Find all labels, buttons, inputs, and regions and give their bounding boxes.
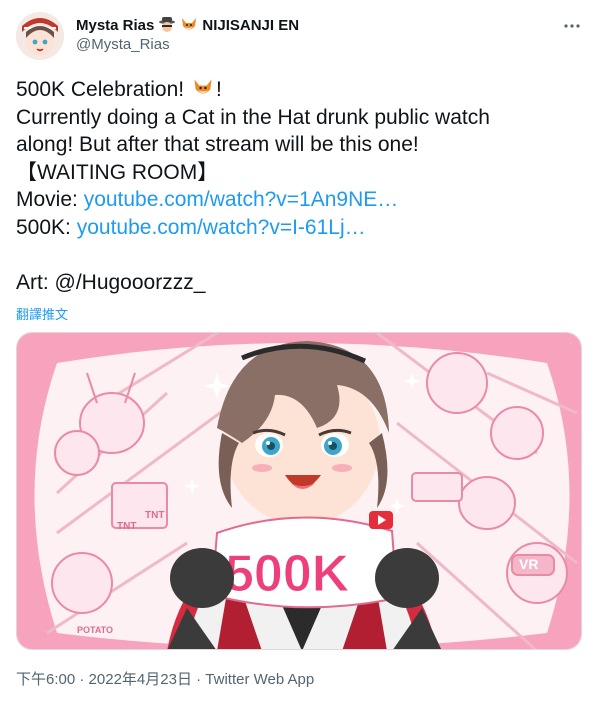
- tnt-label: TNT: [117, 521, 136, 532]
- tweet-image[interactable]: TNT TNT VR POTATO 500K: [16, 332, 582, 650]
- text-line-4: 【WAITING ROOM】: [16, 160, 219, 184]
- tweet-meta: 下午6:00 · 2022年4月23日 · Twitter Web App: [16, 671, 315, 688]
- tweet-source-app[interactable]: Twitter Web App: [205, 671, 314, 688]
- tweet-text: 500K Celebration! ! Currently doing a Ca…: [16, 76, 582, 296]
- 500k-sign: 500K: [210, 511, 399, 609]
- tweet: Mysta Rias NIJISANJI EN @Mysta_Rias 500K…: [0, 0, 598, 703]
- tweet-time[interactable]: 下午6:00: [16, 671, 75, 688]
- text-line-2: Currently doing a Cat in the Hat drunk p…: [16, 105, 490, 129]
- potato-label: POTATO: [77, 625, 113, 635]
- vr-label: VR: [519, 556, 538, 572]
- movie-link[interactable]: youtube.com/watch?v=1An9NE…: [84, 188, 399, 211]
- display-name[interactable]: Mysta Rias: [76, 17, 154, 34]
- 500k-link[interactable]: youtube.com/watch?v=I-61Lj…: [77, 216, 366, 239]
- fox-emoji-icon: [180, 16, 198, 34]
- org-name: NIJISANJI EN: [202, 16, 300, 34]
- movie-line: Movie: youtube.com/watch?v=1An9NE…: [16, 188, 399, 211]
- tnt-label-2: TNT: [145, 510, 164, 521]
- artwork-illustration: TNT TNT VR POTATO 500K: [17, 333, 581, 649]
- handle[interactable]: @Mysta_Rias: [76, 36, 299, 53]
- fox-emoji-icon: [192, 77, 214, 99]
- more-options-icon[interactable]: [560, 14, 584, 38]
- text-line-1: 500K Celebration! !: [16, 77, 222, 101]
- author-block: Mysta Rias NIJISANJI EN @Mysta_Rias: [76, 15, 300, 54]
- detective-emoji-icon: [158, 16, 176, 34]
- art-credit: Art: @/Hugooorzzz_: [16, 270, 206, 294]
- avatar[interactable]: [16, 12, 64, 60]
- translate-tweet-link[interactable]: 翻譯推文: [16, 304, 68, 323]
- 500k-logo-text: 500K: [225, 545, 350, 603]
- text-line-3: along! But after that stream will be thi…: [16, 133, 419, 156]
- 500k-line: 500K: youtube.com/watch?v=I-61Lj…: [16, 215, 366, 239]
- tweet-date[interactable]: 2022年4月23日: [89, 671, 192, 688]
